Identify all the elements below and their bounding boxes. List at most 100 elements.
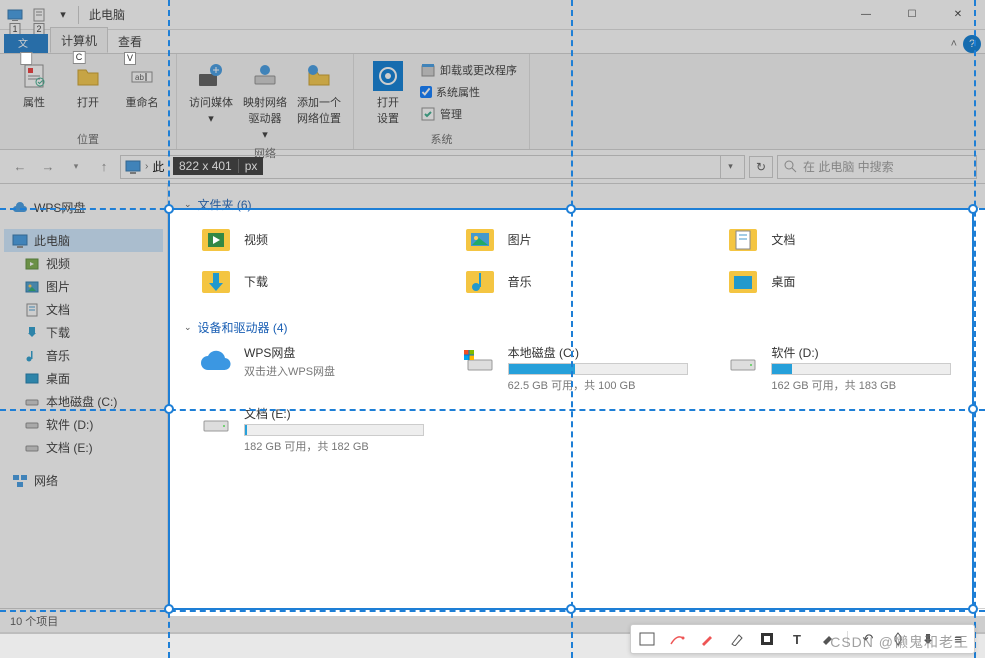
back-button[interactable]: ← (8, 155, 32, 179)
text-tool-icon[interactable]: T (787, 629, 807, 649)
group-label: 位置 (8, 129, 168, 147)
sidebar-item[interactable]: 软件 (D:) (4, 413, 163, 436)
cloud-icon (12, 200, 28, 216)
item-icon (24, 302, 40, 318)
drive-item[interactable]: 软件 (D:)162 GB 可用，共 183 GB (725, 344, 969, 393)
selection-dimensions-badge: 822 x 401px (173, 157, 263, 175)
label: 重命名 (126, 94, 159, 110)
label: WPS网盘 (34, 199, 85, 216)
properties-button[interactable]: 属性 (8, 58, 60, 112)
label: 图片 (508, 231, 532, 248)
qat-dropdown-icon[interactable]: ▾ (52, 4, 74, 26)
drive-item-wps[interactable]: WPS网盘双击进入WPS网盘 (198, 344, 442, 393)
open-settings-button[interactable]: 打开 设置 (362, 58, 414, 128)
rectangle-tool-icon[interactable] (637, 629, 657, 649)
sidebar-item-network[interactable]: 网络 (4, 469, 163, 492)
label: 文档 (771, 231, 795, 248)
manage-button[interactable]: 管理 (416, 104, 521, 124)
search-icon (784, 160, 797, 173)
folder-item[interactable]: 下载 (198, 263, 442, 299)
folder-item[interactable]: 图片 (462, 221, 706, 257)
label: 下载 (46, 324, 70, 341)
label: 设备和驱动器 (4) (198, 319, 288, 336)
label: 软件 (D:) (46, 416, 93, 433)
sidebar-item[interactable]: 文档 (E:) (4, 436, 163, 459)
arrow-tool-icon[interactable] (667, 629, 687, 649)
sidebar-item-this-pc[interactable]: 此电脑 (4, 229, 163, 252)
label: 打开 (77, 94, 99, 110)
uninstall-button[interactable]: 卸载或更改程序 (416, 60, 521, 80)
pen-tool-icon[interactable] (697, 629, 717, 649)
add-network-location-button[interactable]: 添加一个 网络位置 (293, 58, 345, 128)
sidebar-item-wps[interactable]: WPS网盘 (4, 196, 163, 219)
address-bar[interactable]: › 此 822 x 401px ▾ (120, 155, 745, 179)
sidebar-item[interactable]: 下载 (4, 321, 163, 344)
rename-button[interactable]: ab 重命名 (116, 58, 168, 112)
mosaic-tool-icon[interactable] (757, 629, 777, 649)
sidebar-item[interactable]: 文档 (4, 298, 163, 321)
checkbox[interactable] (420, 86, 432, 98)
breadcrumb-segment[interactable]: 此 (152, 158, 164, 175)
undo-icon[interactable]: ↶ (858, 629, 878, 649)
drives-group-header[interactable]: ⌄ 设备和驱动器 (4) (184, 319, 969, 336)
marker-tool-icon[interactable] (727, 629, 747, 649)
pc-icon (12, 233, 28, 249)
sidebar-item[interactable]: 桌面 (4, 367, 163, 390)
folder-icon (462, 263, 498, 299)
search-input[interactable]: 在 此电脑 中搜索 (777, 155, 977, 179)
map-drive-button[interactable]: 映射网络 驱动器▾ (239, 58, 291, 143)
minimize-button[interactable]: — (843, 0, 889, 30)
item-icon (24, 256, 40, 272)
explorer-body: WPS网盘 此电脑 视频图片文档下载音乐桌面本地磁盘 (C:)软件 (D:)文档… (0, 184, 985, 608)
recent-dropdown[interactable]: ▾ (64, 155, 88, 179)
maximize-button[interactable]: ☐ (889, 0, 935, 30)
tab-file[interactable]: 文 F (4, 34, 48, 53)
folder-icon (462, 221, 498, 257)
label: 属性 (23, 94, 45, 110)
tab-computer[interactable]: 计算机 C (50, 27, 108, 53)
collapse-ribbon-icon[interactable]: ˄ (951, 38, 957, 50)
save-tool-icon[interactable] (918, 629, 938, 649)
chevron-down-icon: ⌄ (184, 199, 192, 210)
sidebar: WPS网盘 此电脑 视频图片文档下载音乐桌面本地磁盘 (C:) 软件 (D:) 文档… (0, 184, 168, 608)
label: 访问媒体 (189, 94, 233, 110)
forward-button[interactable]: → (36, 155, 60, 179)
folder-item[interactable]: 桌面 (725, 263, 969, 299)
menu-tool-icon[interactable]: ≡ (948, 629, 968, 649)
pin-tool-icon[interactable] (888, 629, 908, 649)
eraser-tool-icon[interactable] (817, 629, 837, 649)
folder-item[interactable]: 音乐 (462, 263, 706, 299)
search-placeholder: 在 此电脑 中搜索 (803, 158, 894, 175)
capacity-bar (771, 363, 951, 375)
folder-item[interactable]: 视频 (198, 221, 442, 257)
label: 视频 (244, 231, 268, 248)
folder-item[interactable]: 文档 (725, 221, 969, 257)
screenshot-toolbar: T ↶ ≡ (630, 624, 975, 654)
address-dropdown-icon[interactable]: ▾ (720, 155, 740, 179)
close-button[interactable]: ✕ (935, 0, 981, 30)
content-pane[interactable]: ⌄ 文件夹 (6) 视频 图片 文档下载音乐桌面 ⌄ 设备和驱动器 (4) WPS网… (168, 184, 985, 608)
label: 本地磁盘 (C:) (508, 344, 706, 361)
item-icon (24, 325, 40, 341)
tab-view[interactable]: 查看 V (108, 29, 152, 53)
ribbon-group-system: 打开 设置 卸载或更改程序 系统属性 管理 系统 (354, 54, 530, 149)
drive-item[interactable]: 文档 (E:)182 GB 可用，共 182 GB (198, 405, 442, 454)
system-properties-button[interactable]: 系统属性 (416, 82, 521, 102)
access-media-button[interactable]: 访问媒体▾ (185, 58, 237, 127)
qat-this-pc-icon[interactable]: 1 (4, 4, 26, 26)
chevron-right-icon: › (145, 161, 148, 172)
folders-group-header[interactable]: ⌄ 文件夹 (6) (184, 196, 969, 213)
sidebar-item[interactable]: 视频 (4, 252, 163, 275)
open-button[interactable]: 打开 (62, 58, 114, 112)
sidebar-item[interactable]: 图片 (4, 275, 163, 298)
qat-properties-icon[interactable]: 2 (28, 4, 50, 26)
sidebar-item[interactable]: 音乐 (4, 344, 163, 367)
drive-item[interactable]: 本地磁盘 (C:)62.5 GB 可用，共 100 GB (462, 344, 706, 393)
help-icon[interactable]: ? (963, 35, 981, 53)
refresh-button[interactable]: ↻ (749, 156, 773, 178)
svg-text:文: 文 (18, 38, 28, 50)
up-button[interactable]: ↑ (92, 155, 116, 179)
label: WPS网盘 (244, 344, 442, 361)
sidebar-item[interactable]: 本地磁盘 (C:) (4, 390, 163, 413)
svg-text:ab: ab (135, 73, 144, 82)
